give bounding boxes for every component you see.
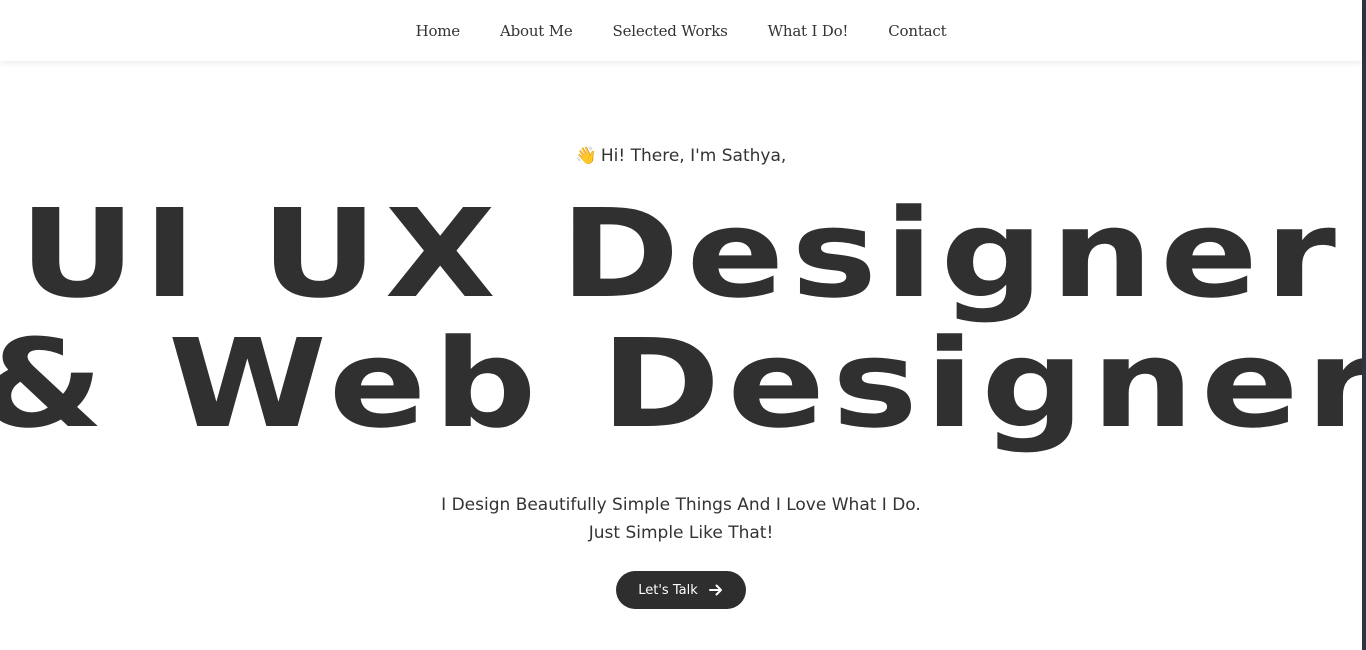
wave-hand-icon: 👋 xyxy=(575,146,597,166)
cta-label: Let's Talk xyxy=(638,582,698,598)
hero-tagline: I Design Beautifully Simple Things And I… xyxy=(0,491,1362,547)
greeting-text: Hi! There, I'm Sathya, xyxy=(600,146,787,166)
lets-talk-button[interactable]: Let's Talk xyxy=(616,571,746,609)
top-navbar: Home About Me Selected Works What I Do! … xyxy=(0,0,1362,61)
nav-item-contact[interactable]: Contact xyxy=(888,22,946,40)
window-edge xyxy=(1362,0,1366,650)
nav-item-about-me[interactable]: About Me xyxy=(500,22,573,40)
page: Home About Me Selected Works What I Do! … xyxy=(0,0,1366,650)
main-nav: Home About Me Selected Works What I Do! … xyxy=(416,22,947,40)
nav-item-what-i-do[interactable]: What I Do! xyxy=(768,22,849,40)
headline-line-2: & Web Designer xyxy=(0,313,1366,455)
nav-item-home[interactable]: Home xyxy=(416,22,461,40)
tagline-line-1: I Design Beautifully Simple Things And I… xyxy=(441,495,921,515)
hero-section: 👋 Hi! There, I'm Sathya, UI UX Designer &… xyxy=(0,61,1366,650)
greeting: 👋 Hi! There, I'm Sathya, xyxy=(0,146,1362,166)
arrow-right-icon xyxy=(708,584,722,596)
headline-line-1: UI UX Designer xyxy=(18,183,1344,325)
hero-headline: UI UX Designer & Web Designer xyxy=(0,189,1366,449)
tagline-line-2: Just Simple Like That! xyxy=(588,523,774,543)
nav-item-selected-works[interactable]: Selected Works xyxy=(613,22,728,40)
